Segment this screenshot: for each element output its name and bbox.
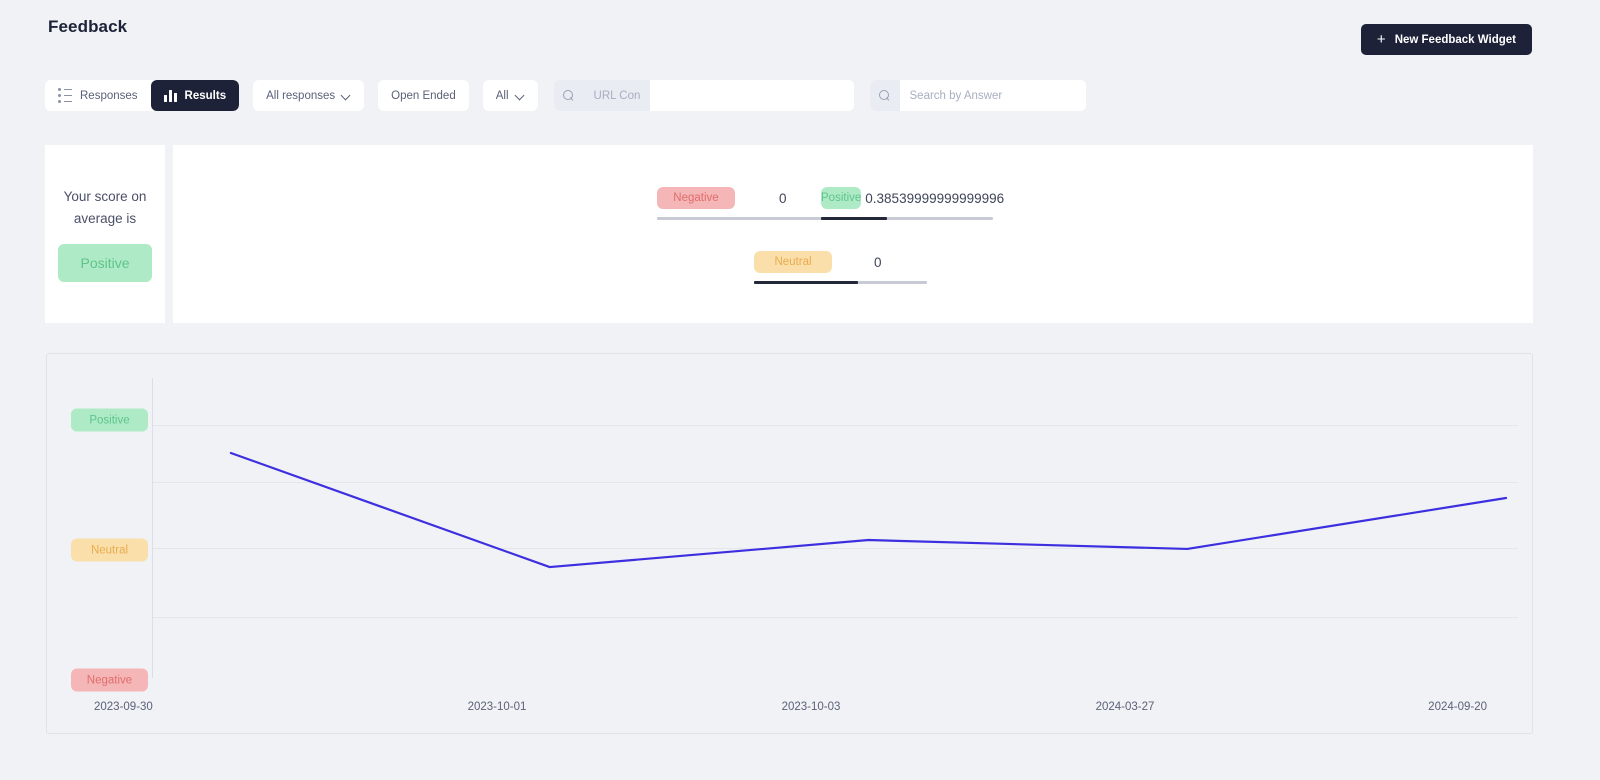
sentiment-line-series [229,451,1508,569]
page-title: Feedback [48,17,128,36]
sentiment-negative-value: 0 [779,190,787,206]
feedback-results-page: Feedback + New Feedback Widget Responses… [0,0,1600,780]
sentiment-neutral-bar-fill [754,281,858,284]
sentiment-neutral-bar [754,281,927,284]
average-score-caption: Your score on average is [55,186,155,231]
sentiment-positive-value: 0.38539999999999996 [865,190,1005,206]
search-icon [869,80,900,111]
average-score-line2: average is [73,211,137,226]
sentiment-neutral-value: 0 [874,254,882,270]
sentiment-positive-bar [821,217,993,220]
x-axis-label: 2023-10-03 [781,701,841,713]
sentiment-summary-card: Negative 0 Positive 0.38539999999999996 … [173,145,1533,323]
sentiment-negative-bar [657,217,829,220]
new-feedback-widget-button[interactable]: + New Feedback Widget [1360,24,1532,55]
sentiment-trend-chart: Positive Neutral Negative 2023-09-30 202… [46,353,1533,734]
tab-results-label: Results [184,89,227,102]
filter-open-ended-label: Open Ended [391,89,456,102]
url-search-group [553,80,854,111]
search-icon [553,80,584,111]
filter-all-responses-label: All responses [266,89,336,102]
x-axis-label: 2024-09-20 [1428,701,1487,713]
new-feedback-widget-label: New Feedback Widget [1394,33,1516,46]
filter-open-ended[interactable]: Open Ended [378,80,469,111]
bar-chart-icon [163,89,177,102]
filter-all-label: All [495,89,509,102]
average-score-card: Your score on average is Positive [45,145,165,323]
filter-all[interactable]: All [482,80,538,111]
chevron-down-icon [516,91,525,100]
answer-search-group [869,80,1086,111]
sentiment-positive-label: Positive [821,187,862,209]
answer-search-input[interactable] [899,80,1086,111]
average-score-line1: Your score on [63,188,147,204]
y-axis-label-neutral: Neutral [71,538,148,562]
average-score-badge: Positive [58,244,152,283]
sentiment-negative-label: Negative [657,187,735,209]
y-axis-label-positive: Positive [71,408,148,432]
chevron-down-icon [342,91,351,100]
chart-plot-area [153,378,1518,678]
tab-results[interactable]: Results [150,80,240,111]
x-axis-label: 2023-10-01 [467,701,527,713]
view-tabs: Responses Results [45,80,240,111]
url-search-input[interactable] [583,80,650,111]
tab-responses-label: Responses [80,89,138,102]
sentiment-positive: Positive 0.38539999999999996 [821,187,1004,220]
sentiment-negative: Negative 0 [657,187,829,220]
x-axis-label: 2024-03-27 [1095,701,1155,713]
toolbar: Responses Results All responses Open End… [45,80,1086,111]
url-search-field-area[interactable] [649,80,854,111]
plus-icon: + [1376,31,1386,48]
y-axis-label-negative: Negative [71,668,148,692]
x-axis-label: 2023-09-30 [94,701,153,713]
sentiment-neutral: Neutral 0 [754,251,927,284]
tab-responses[interactable]: Responses [45,80,151,111]
sentiment-neutral-label: Neutral [754,251,832,273]
sentiment-positive-bar-fill [821,217,888,220]
list-icon [58,88,72,103]
filter-all-responses[interactable]: All responses [253,80,365,111]
